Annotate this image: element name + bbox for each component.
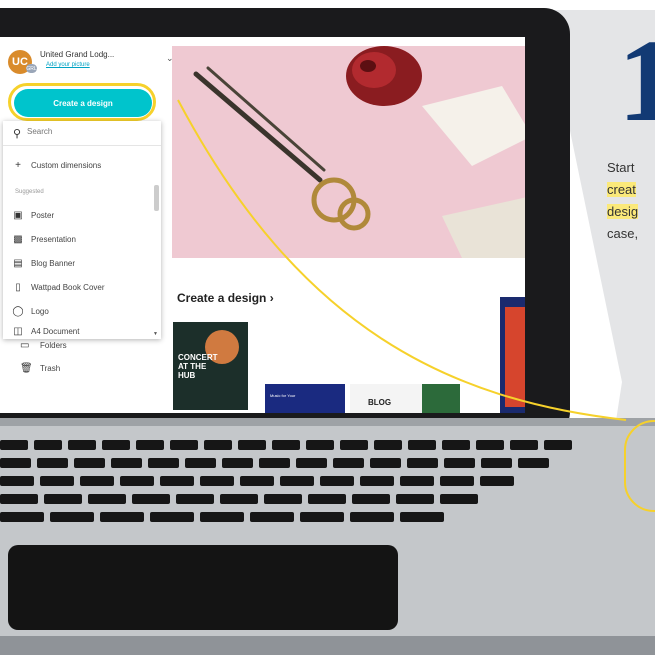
tutorial-graphic: UC GRL United Grand Lodg... Add your pic… [0, 0, 655, 655]
callout-ring [624, 420, 655, 512]
callout-connector [177, 99, 627, 421]
